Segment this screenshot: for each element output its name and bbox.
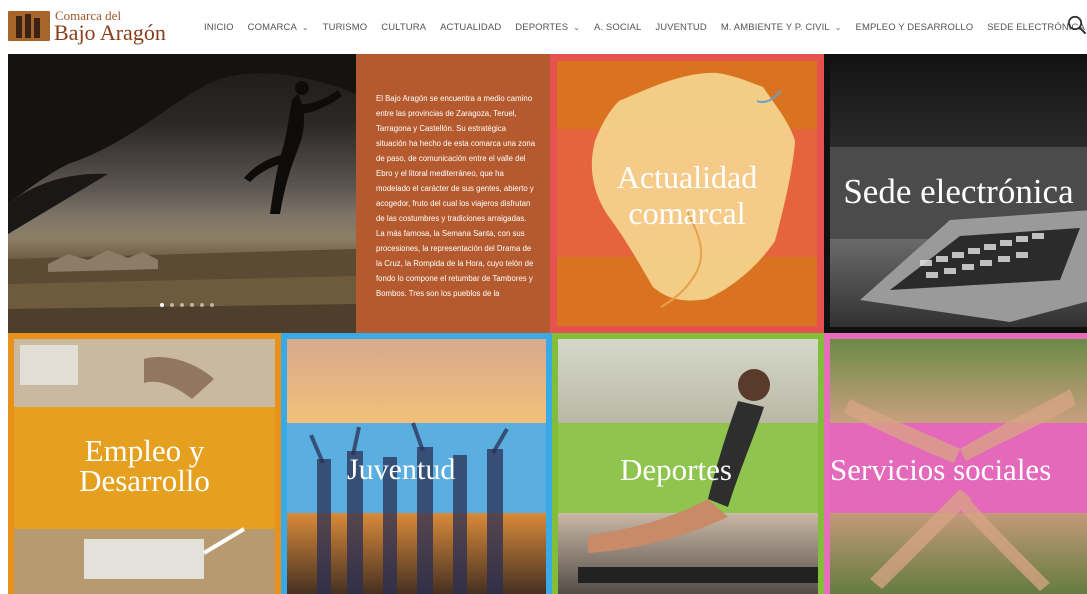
chevron-down-icon: ⌄ (573, 22, 580, 32)
nav-item-empleo[interactable]: EMPLEO Y DESARROLLO (856, 22, 974, 33)
intro-text-panel: El Bajo Aragón se encuentra a medio cami… (356, 54, 550, 333)
tile-juventud-label: Juventud (347, 453, 456, 486)
slider-dot[interactable] (200, 303, 204, 307)
tile-actualidad-label: Actualidad comarcal (616, 159, 758, 231)
slider-dot[interactable] (180, 303, 184, 307)
slider-dot[interactable] (190, 303, 194, 307)
hero-slider[interactable] (8, 54, 356, 333)
slider-dot[interactable] (160, 303, 164, 307)
tile-actualidad-comarcal[interactable]: Actualidad comarcal (550, 54, 824, 333)
tile-empleo-desarrollo[interactable]: Empleo y Desarrollo (8, 333, 281, 594)
search-icon[interactable] (1066, 14, 1087, 36)
chevron-down-icon: ⌄ (301, 22, 309, 32)
nav-item-inicio[interactable]: INICIO (204, 22, 234, 33)
logo-mark-icon (8, 11, 50, 41)
main-nav: INICIO COMARCA ⌄ TURISMO CULTURA ACTUALID… (204, 0, 1085, 54)
nav-item-a-social[interactable]: A. SOCIAL (594, 22, 641, 33)
intro-text: El Bajo Aragón se encuentra a medio cami… (376, 94, 536, 298)
climber-photo (8, 54, 356, 333)
nav-item-actualidad[interactable]: ACTUALIDAD (440, 22, 501, 33)
slider-dot[interactable] (170, 303, 174, 307)
nav-item-medio-ambiente[interactable]: M. AMBIENTE Y P. CIVIL ⌄ (721, 22, 842, 33)
nav-item-deportes[interactable]: DEPORTES ⌄ (515, 22, 580, 33)
tile-juventud[interactable]: Juventud (281, 333, 552, 594)
nav-item-comarca[interactable]: COMARCA ⌄ (248, 22, 309, 33)
site-header: Comarca del Bajo Aragón INICIO COMARCA ⌄ … (0, 0, 1087, 54)
slider-dot[interactable] (210, 303, 214, 307)
slider-dots (160, 303, 214, 307)
tile-servicios-label: Servicios sociales (830, 452, 1052, 487)
site-logo[interactable]: Comarca del Bajo Aragón (8, 9, 166, 45)
logo-line-2: Bajo Aragón (54, 20, 166, 45)
tile-deportes-label: Deportes (620, 452, 732, 487)
tile-sede-electronica[interactable]: Sede electrónica (824, 54, 1087, 333)
tile-servicios-sociales[interactable]: Servicios sociales (824, 333, 1087, 594)
tile-sede-label: Sede electrónica (843, 172, 1074, 211)
nav-item-turismo[interactable]: TURISMO (323, 22, 368, 33)
tile-deportes[interactable]: Deportes (552, 333, 824, 594)
nav-item-juventud[interactable]: JUVENTUD (655, 22, 706, 33)
chevron-down-icon: ⌄ (834, 22, 842, 32)
tile-empleo-label: Empleo y Desarrollo (79, 433, 210, 498)
nav-item-cultura[interactable]: CULTURA (381, 22, 426, 33)
